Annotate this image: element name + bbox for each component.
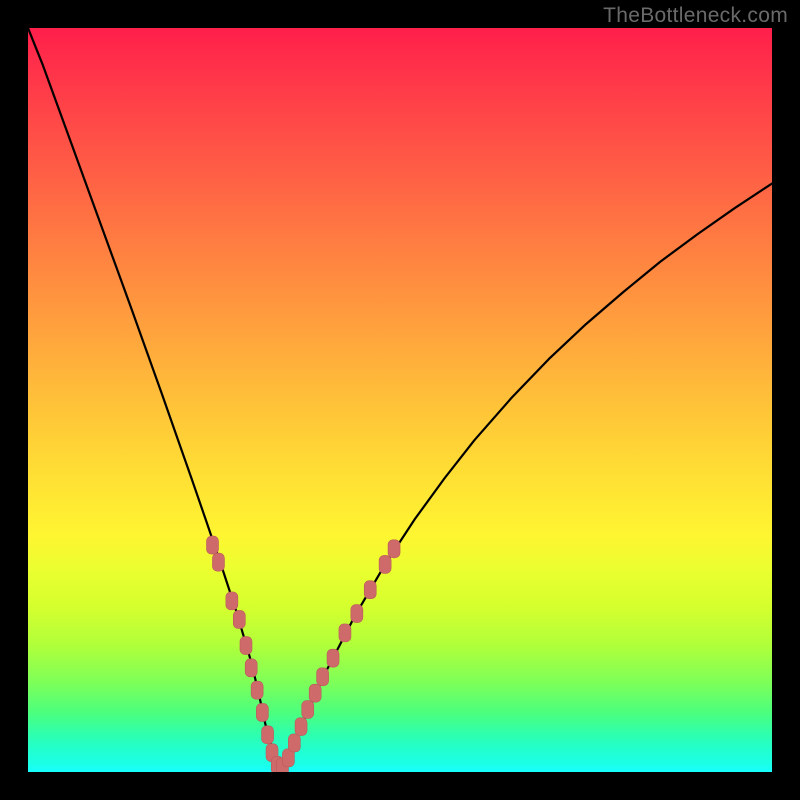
plot-area (28, 28, 772, 772)
curve-marker (339, 624, 351, 642)
curve-marker (233, 610, 245, 628)
curve-marker (295, 718, 307, 736)
curve-marker (251, 681, 263, 699)
curve-marker (288, 734, 300, 752)
curve-marker (302, 701, 314, 719)
curve-marker (379, 555, 391, 573)
curve-marker (262, 726, 274, 744)
watermark-text: TheBottleneck.com (603, 4, 788, 28)
bottleneck-curve (28, 28, 772, 768)
marker-group (207, 536, 401, 772)
curve-marker (212, 553, 224, 571)
curve-marker (351, 605, 363, 623)
curve-marker (226, 592, 238, 610)
outer-frame: TheBottleneck.com (0, 0, 800, 800)
curve-marker (207, 536, 219, 554)
curve-marker (317, 668, 329, 686)
curve-marker (309, 684, 321, 702)
curve-marker (256, 703, 268, 721)
curve-marker (327, 649, 339, 667)
chart-svg (28, 28, 772, 772)
curve-marker (245, 659, 257, 677)
curve-marker (388, 540, 400, 558)
curve-marker (240, 637, 252, 655)
curve-marker (364, 581, 376, 599)
